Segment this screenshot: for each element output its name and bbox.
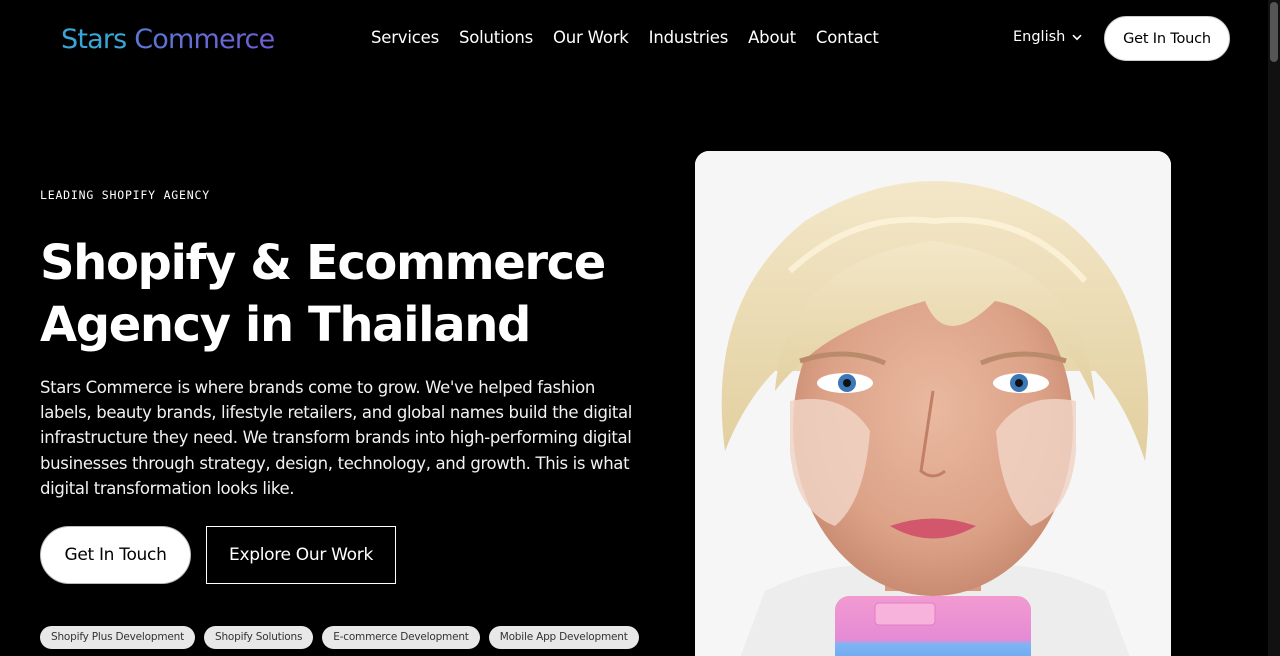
hero-title: Shopify & Ecommerce Agency in Thailand (40, 232, 640, 356)
logo[interactable]: Stars Commerce (61, 22, 275, 58)
hero-title-line-1: Shopify & Ecommerce (40, 235, 606, 291)
nav-services[interactable]: Services (371, 26, 439, 50)
service-tags: Shopify Plus Development Shopify Solutio… (40, 626, 639, 649)
tag-ecommerce-development[interactable]: E-commerce Development (322, 626, 480, 649)
nav-industries[interactable]: Industries (649, 26, 729, 50)
hero-portrait-image (695, 151, 1171, 656)
chevron-down-icon (1072, 34, 1082, 40)
logo-text-stars: Stars (61, 24, 127, 55)
explore-our-work-button[interactable]: Explore Our Work (206, 526, 396, 584)
nav-contact[interactable]: Contact (816, 26, 879, 50)
scrollbar-thumb[interactable] (1270, 2, 1278, 62)
hero-title-line-2: Agency in Thailand (40, 297, 531, 353)
tag-shopify-plus[interactable]: Shopify Plus Development (40, 626, 195, 649)
hero-eyebrow: LEADING SHOPIFY AGENCY (40, 188, 210, 202)
tag-mobile-app-development[interactable]: Mobile App Development (488, 626, 639, 649)
nav-solutions[interactable]: Solutions (459, 26, 533, 50)
header-get-in-touch-button[interactable]: Get In Touch (1104, 16, 1230, 61)
language-label: English (1013, 29, 1066, 45)
language-selector[interactable]: English (1013, 27, 1082, 47)
nav-about[interactable]: About (748, 26, 796, 50)
tag-shopify-solutions[interactable]: Shopify Solutions (204, 626, 314, 649)
page-scrollbar[interactable] (1268, 0, 1280, 656)
get-in-touch-button[interactable]: Get In Touch (40, 526, 191, 584)
nav-our-work[interactable]: Our Work (553, 26, 629, 50)
main-nav: Services Solutions Our Work Industries A… (371, 26, 899, 50)
site-header: Stars Commerce Services Solutions Our Wo… (0, 0, 1268, 76)
portrait-illustration (695, 151, 1171, 656)
hero-description: Stars Commerce is where brands come to g… (40, 378, 632, 498)
logo-text-commerce: Commerce (134, 24, 275, 55)
